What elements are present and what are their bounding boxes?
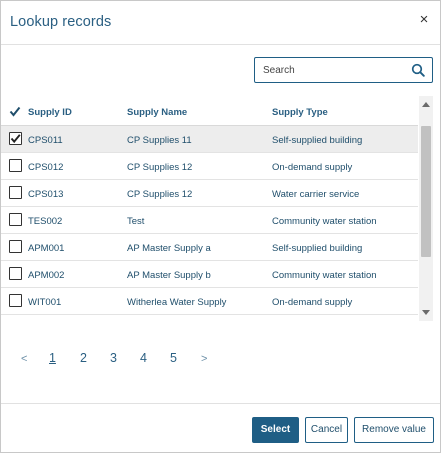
column-header-supply-id[interactable]: Supply ID (28, 107, 72, 118)
supply-type-cell: Self-supplied building (272, 135, 363, 146)
supply-name-cell: CP Supplies 12 (127, 162, 193, 173)
supply-name-cell: CP Supplies 11 (127, 135, 192, 146)
dialog-header: Lookup records × (1, 1, 440, 45)
supply-type-cell: On-demand supply (272, 162, 353, 173)
grid-header: Supply ID Supply Name Supply Type (1, 96, 418, 126)
select-button[interactable]: Select (252, 417, 299, 443)
table-row[interactable]: APM001 AP Master Supply a Self-supplied bu… (1, 234, 418, 261)
supply-name-cell: AP Master Supply a (127, 243, 211, 254)
supply-id-cell: CPS011 (28, 135, 63, 146)
column-header-supply-type[interactable]: Supply Type (272, 107, 328, 118)
supply-name-cell: AP Master Supply b (127, 270, 211, 281)
checkmark-icon (10, 134, 21, 144)
pagination: < 1 2 3 4 5 > (1, 351, 301, 371)
page-link-3[interactable]: 3 (110, 351, 117, 365)
supply-type-cell: Self-supplied building (272, 243, 363, 254)
table-row[interactable]: APM002 AP Master Supply b Community water … (1, 261, 418, 288)
table-row[interactable]: CPS011 CP Supplies 11 Self-supplied buildi… (1, 126, 418, 153)
supply-name-cell: Witherlea Water Supply (127, 297, 227, 308)
search-input[interactable] (255, 58, 405, 82)
prev-page-button[interactable]: < (21, 353, 27, 365)
row-checkbox[interactable] (9, 159, 22, 172)
supply-id-cell: CPS013 (28, 189, 64, 200)
row-checkbox[interactable] (9, 132, 22, 145)
close-icon[interactable]: × (417, 12, 431, 27)
scroll-up-icon[interactable] (422, 102, 430, 107)
page-link-2[interactable]: 2 (80, 351, 87, 365)
page-link-4[interactable]: 4 (140, 351, 147, 365)
row-checkbox[interactable] (9, 294, 22, 307)
page-link-1[interactable]: 1 (49, 351, 56, 365)
page-link-5[interactable]: 5 (170, 351, 177, 365)
row-checkbox[interactable] (9, 267, 22, 280)
next-page-button[interactable]: > (201, 353, 207, 365)
row-checkbox[interactable] (9, 213, 22, 226)
row-checkbox[interactable] (9, 240, 22, 253)
dialog-footer: Select Cancel Remove value (1, 403, 440, 453)
table-row[interactable]: CPS012 CP Supplies 12 On-demand supply (1, 153, 418, 180)
supply-id-cell: APM001 (28, 243, 65, 254)
dialog-title: Lookup records (10, 14, 112, 30)
supply-name-cell: Test (127, 216, 145, 227)
search-box (254, 57, 433, 83)
scroll-thumb[interactable] (421, 126, 431, 257)
remove-value-button[interactable]: Remove value (354, 417, 434, 443)
row-checkbox[interactable] (9, 186, 22, 199)
supply-name-cell: CP Supplies 12 (127, 189, 193, 200)
supply-type-cell: Community water station (272, 270, 377, 281)
supply-type-cell: Water carrier service (272, 189, 360, 200)
search-icon[interactable] (411, 63, 425, 77)
supply-id-cell: APM002 (28, 270, 65, 281)
table-row[interactable]: CPS013 CP Supplies 12 Water carrier servic… (1, 180, 418, 207)
supply-type-cell: Community water station (272, 216, 377, 227)
column-header-supply-name[interactable]: Supply Name (127, 107, 187, 118)
records-grid: Supply ID Supply Name Supply Type CPS011… (1, 96, 433, 321)
supply-type-cell: On-demand supply (272, 297, 353, 308)
cancel-button[interactable]: Cancel (305, 417, 348, 443)
lookup-records-dialog: Lookup records × Supply ID Supply Name S… (0, 0, 441, 453)
table-row[interactable]: TES002 Test Community water station (1, 207, 418, 234)
grid-scrollbar[interactable] (419, 96, 433, 321)
supply-id-cell: CPS012 (28, 162, 64, 173)
select-all-checkmark-icon[interactable] (9, 106, 21, 117)
supply-id-cell: WIT001 (28, 297, 62, 308)
supply-id-cell: TES002 (28, 216, 63, 227)
table-row[interactable]: WIT001 Witherlea Water Supply On-demand su… (1, 288, 418, 315)
scroll-down-icon[interactable] (422, 310, 430, 315)
